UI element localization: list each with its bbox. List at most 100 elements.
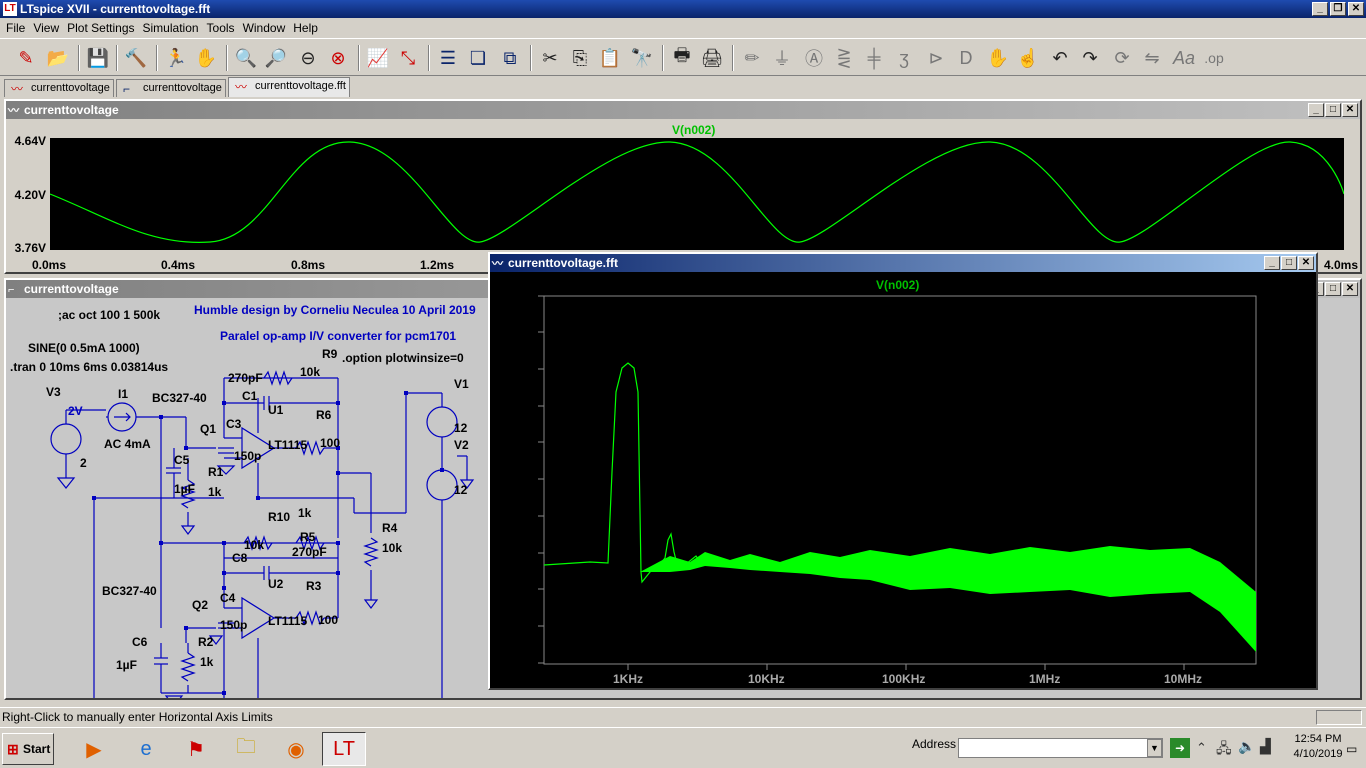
label-bc327-q2[interactable]: BC327-40	[102, 584, 157, 598]
label-u1-part[interactable]: LT1115	[268, 438, 307, 452]
media-player-icon[interactable]: ▶	[72, 732, 116, 766]
label-c6[interactable]: C6	[132, 635, 147, 649]
menu-file[interactable]: File	[4, 21, 31, 35]
restore-button[interactable]: ❐	[1330, 2, 1346, 16]
label-c3[interactable]: C3	[226, 417, 241, 431]
label-r10-value[interactable]: 10k	[244, 538, 264, 552]
autorange-icon[interactable]: 📈	[364, 44, 392, 72]
spice-directive-icon[interactable]: .op	[1200, 44, 1228, 72]
go-arrow-icon[interactable]: ➜	[1170, 738, 1190, 758]
label-i1[interactable]: I1	[118, 387, 128, 401]
label-u2-part[interactable]: LT1115	[268, 614, 307, 628]
open-folder-icon[interactable]: 📂	[44, 44, 72, 72]
tile-horizontal-icon[interactable]: ☰	[434, 44, 462, 72]
resistor-icon[interactable]: ⋛	[830, 44, 858, 72]
label-c1[interactable]: C1	[242, 389, 257, 403]
sine-source-value[interactable]: SINE(0 0.5mA 1000)	[28, 341, 140, 355]
internet-explorer-icon[interactable]: e	[124, 732, 168, 766]
fft-window-titlebar[interactable]: 〰 currenttovoltage.fft _ □ ✕	[490, 254, 1316, 272]
label-r9[interactable]: R9	[322, 347, 337, 361]
label-r6[interactable]: R6	[316, 408, 331, 422]
cut-icon[interactable]: ✂	[536, 44, 564, 72]
label-r2[interactable]: R2	[198, 635, 213, 649]
file-explorer-icon[interactable]: 🗀	[224, 732, 268, 766]
fft-canvas[interactable]	[490, 272, 1316, 688]
tab-schematic[interactable]: ⌐ currenttovoltage	[116, 79, 226, 97]
find-icon[interactable]: 🔭	[628, 44, 656, 72]
label-v2[interactable]: V2	[454, 438, 469, 452]
print-icon[interactable]: 🖶	[668, 44, 696, 72]
label-q2[interactable]: Q2	[192, 598, 208, 612]
label-r6-value[interactable]: 100	[320, 436, 340, 450]
cascade-icon[interactable]: ❏	[464, 44, 492, 72]
waveform-plot-area[interactable]	[50, 138, 1344, 250]
print-setup-icon[interactable]: 🖨	[698, 44, 726, 72]
start-button[interactable]: ⊞ Start	[2, 733, 54, 765]
zoom-pan-icon[interactable]: 🔎	[262, 44, 290, 72]
tran-directive[interactable]: .tran 0 10ms 6ms 0.03814us	[10, 360, 168, 374]
save-icon[interactable]: 💾	[84, 44, 112, 72]
menu-window[interactable]: Window	[241, 21, 292, 35]
fft-trace-label[interactable]: V(n002)	[876, 278, 919, 292]
label-c1-value[interactable]: 270pF	[228, 371, 263, 385]
label-c6-value[interactable]: 1µF	[116, 658, 137, 672]
label-u2[interactable]: U2	[268, 577, 283, 591]
zoom-out-icon[interactable]: ⊖	[294, 44, 322, 72]
waveform-trace-label[interactable]: V(n002)	[672, 123, 715, 137]
label-bc327-q1[interactable]: BC327-40	[152, 391, 207, 405]
label-r10[interactable]: R10	[268, 510, 290, 524]
run-icon[interactable]: 🏃	[162, 44, 190, 72]
draw-wire-icon[interactable]: ✏	[738, 44, 766, 72]
label-r2-value[interactable]: 1k	[200, 655, 213, 669]
redo-icon[interactable]: ↷	[1076, 44, 1104, 72]
option-directive[interactable]: .option plotwinsize=0	[342, 351, 464, 365]
maximize-button[interactable]: □	[1325, 282, 1341, 296]
label-r10-1k[interactable]: 1k	[298, 506, 311, 520]
address-dropdown-icon[interactable]: ▼	[1147, 739, 1162, 757]
signal-icon[interactable]: ▟	[1260, 738, 1271, 755]
menu-view[interactable]: View	[31, 21, 65, 35]
menu-tools[interactable]: Tools	[205, 21, 241, 35]
label-r1-value[interactable]: 1k	[208, 485, 221, 499]
tab-fft[interactable]: 〰 currenttovoltage.fft	[228, 77, 350, 97]
label-r3[interactable]: R3	[306, 579, 321, 593]
address-input[interactable]	[958, 738, 1163, 758]
menu-help[interactable]: Help	[291, 21, 324, 35]
label-v3-value[interactable]: 2	[80, 456, 87, 470]
label-c3-value[interactable]: 150p	[234, 449, 261, 463]
paste-icon[interactable]: 📋	[596, 44, 624, 72]
maximize-button[interactable]: □	[1325, 103, 1341, 117]
label-v1[interactable]: V1	[454, 377, 469, 391]
rotate-icon[interactable]: ⟳	[1108, 44, 1136, 72]
maximize-button[interactable]: □	[1281, 256, 1297, 270]
label-r5-value[interactable]: 270pF	[292, 545, 327, 559]
zoom-in-icon[interactable]: 🔍	[232, 44, 260, 72]
label-i1-ac[interactable]: AC 4mA	[104, 437, 151, 451]
label-u1[interactable]: U1	[268, 403, 283, 417]
label-r9-value[interactable]: 10k	[300, 365, 320, 379]
component-icon[interactable]: D	[952, 44, 980, 72]
move-icon[interactable]: ✋	[984, 44, 1012, 72]
label-r4[interactable]: R4	[382, 521, 397, 535]
undo-icon[interactable]: ↶	[1046, 44, 1074, 72]
cursor-icon[interactable]: ⤡	[394, 44, 422, 72]
label-v1-value[interactable]: 12	[454, 421, 467, 435]
minimize-button[interactable]: _	[1308, 103, 1324, 117]
label-r4-value[interactable]: 10k	[382, 541, 402, 555]
label-c5[interactable]: C5	[174, 453, 189, 467]
mirror-icon[interactable]: ⇋	[1138, 44, 1166, 72]
zoom-fit-icon[interactable]: ⊗	[324, 44, 352, 72]
close-button[interactable]: ✕	[1298, 256, 1314, 270]
tray-chevron-icon[interactable]: ⌃	[1196, 740, 1207, 756]
notification-icon[interactable]: ▭	[1346, 742, 1357, 756]
close-button[interactable]: ✕	[1342, 103, 1358, 117]
subtitle-comment[interactable]: Paralel op-amp I/V converter for pcm1701	[220, 329, 456, 343]
firefox-icon[interactable]: ◉	[274, 732, 318, 766]
tile-vertical-icon[interactable]: ⧉	[496, 44, 524, 72]
menu-plot-settings[interactable]: Plot Settings	[65, 21, 140, 35]
label-c8[interactable]: C8	[232, 551, 247, 565]
menu-simulation[interactable]: Simulation	[141, 21, 205, 35]
control-panel-icon[interactable]: 🔨	[122, 44, 150, 72]
label-v2-value[interactable]: 12	[454, 483, 467, 497]
close-button[interactable]: ✕	[1348, 2, 1364, 16]
